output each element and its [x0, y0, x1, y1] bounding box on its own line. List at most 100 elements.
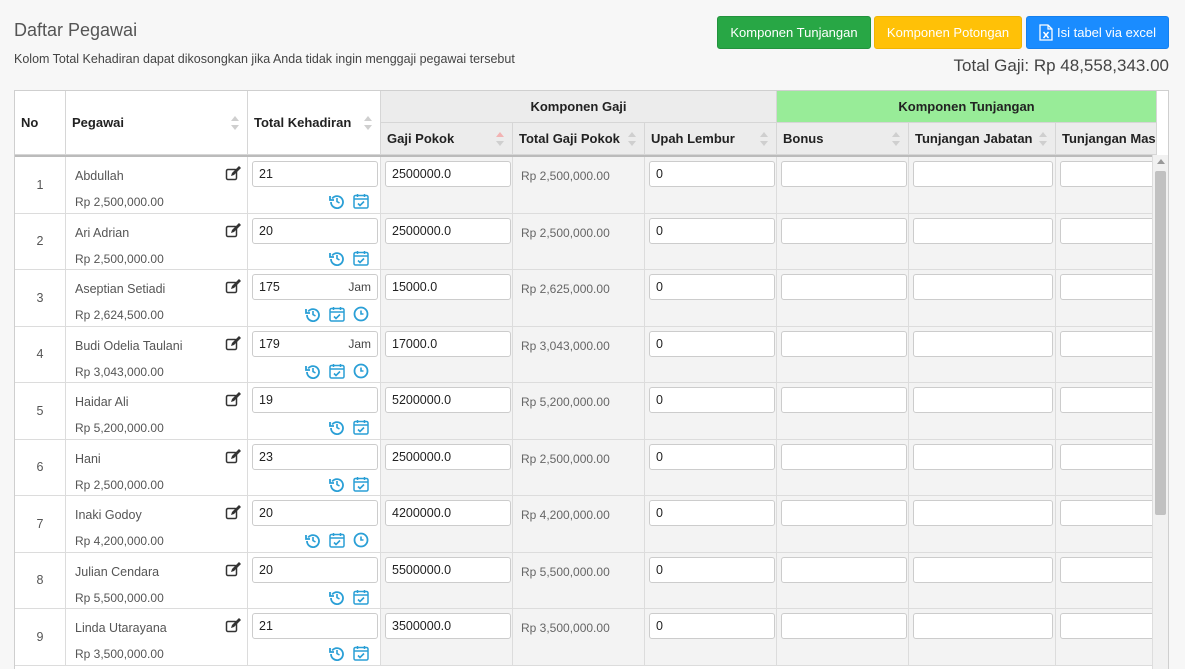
tunjangan-masa-input[interactable]	[1060, 387, 1153, 413]
isi-tabel-excel-button[interactable]: Isi tabel via excel	[1026, 16, 1169, 49]
history-icon[interactable]	[329, 476, 345, 492]
tunjangan-jabatan-input[interactable]	[913, 500, 1053, 526]
tunjangan-masa-input[interactable]	[1060, 161, 1153, 187]
bonus-input[interactable]	[781, 274, 907, 300]
bonus-input[interactable]	[781, 330, 907, 357]
clock-icon[interactable]	[353, 363, 369, 379]
history-icon[interactable]	[305, 532, 321, 548]
gaji-pokok-input[interactable]: 2500000.0	[385, 161, 511, 187]
gaji-pokok-value: 2500000.0	[392, 449, 452, 464]
col-header-total-kehadiran[interactable]: Total Kehadiran	[248, 91, 381, 155]
komponen-potongan-button[interactable]: Komponen Potongan	[874, 16, 1022, 49]
kehadiran-input[interactable]: 175 Jam	[252, 274, 378, 300]
kehadiran-input[interactable]: 21	[252, 613, 378, 639]
gaji-pokok-input[interactable]: 17000.0	[385, 330, 511, 357]
gaji-pokok-input[interactable]: 5200000.0	[385, 387, 511, 413]
tunjangan-jabatan-input[interactable]	[913, 217, 1053, 244]
upah-lembur-input[interactable]: 0	[649, 613, 775, 639]
history-icon[interactable]	[329, 645, 345, 661]
edit-icon[interactable]	[225, 561, 241, 578]
upah-lembur-input[interactable]: 0	[649, 556, 775, 583]
col-header-tunjangan-jabatan[interactable]: Tunjangan Jabatan	[909, 123, 1056, 155]
calendar-check-icon[interactable]	[329, 363, 345, 379]
upah-lembur-input[interactable]: 0	[649, 500, 775, 526]
tunjangan-jabatan-input[interactable]	[913, 443, 1053, 470]
vertical-scrollbar[interactable]	[1152, 155, 1168, 669]
gaji-pokok-input[interactable]: 3500000.0	[385, 613, 511, 639]
col-header-pegawai[interactable]: Pegawai	[66, 91, 248, 155]
komponen-tunjangan-button[interactable]: Komponen Tunjangan	[717, 16, 871, 49]
calendar-check-icon[interactable]	[353, 589, 369, 605]
bonus-input[interactable]	[781, 613, 907, 639]
bonus-input[interactable]	[781, 217, 907, 244]
gaji-pokok-input[interactable]: 4200000.0	[385, 500, 511, 526]
clock-icon[interactable]	[353, 532, 369, 548]
tunjangan-jabatan-input[interactable]	[913, 556, 1053, 583]
history-icon[interactable]	[329, 419, 345, 435]
gaji-pokok-input[interactable]: 15000.0	[385, 274, 511, 300]
kehadiran-input[interactable]: 179 Jam	[252, 330, 378, 357]
upah-lembur-input[interactable]: 0	[649, 217, 775, 244]
bonus-input[interactable]	[781, 556, 907, 583]
calendar-check-icon[interactable]	[329, 306, 345, 322]
col-header-gaji-pokok[interactable]: Gaji Pokok	[381, 123, 513, 155]
bonus-input[interactable]	[781, 443, 907, 470]
calendar-check-icon[interactable]	[329, 532, 345, 548]
edit-icon[interactable]	[225, 505, 241, 521]
clock-icon[interactable]	[353, 306, 369, 322]
col-header-total-gaji-pokok[interactable]: Total Gaji Pokok	[513, 123, 645, 155]
tunjangan-jabatan-input[interactable]	[913, 274, 1053, 300]
history-icon[interactable]	[305, 363, 321, 379]
gaji-pokok-input[interactable]: 2500000.0	[385, 443, 511, 470]
upah-lembur-input[interactable]: 0	[649, 387, 775, 413]
edit-icon[interactable]	[225, 166, 241, 182]
edit-icon[interactable]	[225, 222, 241, 239]
tunjangan-jabatan-input[interactable]	[913, 613, 1053, 639]
upah-lembur-input[interactable]: 0	[649, 161, 775, 187]
scroll-thumb[interactable]	[1155, 171, 1166, 515]
bonus-input[interactable]	[781, 161, 907, 187]
calendar-check-icon[interactable]	[353, 645, 369, 661]
gaji-pokok-input[interactable]: 2500000.0	[385, 217, 511, 244]
edit-icon[interactable]	[225, 448, 241, 465]
tunjangan-jabatan-input[interactable]	[913, 387, 1053, 413]
kehadiran-input[interactable]: 20	[252, 217, 378, 244]
tunjangan-masa-input[interactable]	[1060, 330, 1153, 357]
kehadiran-input[interactable]: 21	[252, 161, 378, 187]
col-header-tunjangan-masa[interactable]: Tunjangan Mas	[1056, 123, 1157, 155]
edit-icon[interactable]	[225, 392, 241, 408]
kehadiran-input[interactable]: 20	[252, 556, 378, 583]
kehadiran-input[interactable]: 23	[252, 443, 378, 470]
col-header-upah-lembur[interactable]: Upah Lembur	[645, 123, 777, 155]
col-header-no[interactable]: No	[15, 91, 66, 155]
col-header-bonus[interactable]: Bonus	[777, 123, 909, 155]
calendar-check-icon[interactable]	[353, 193, 369, 209]
history-icon[interactable]	[305, 306, 321, 322]
bonus-input[interactable]	[781, 387, 907, 413]
bonus-input[interactable]	[781, 500, 907, 526]
upah-lembur-input[interactable]: 0	[649, 330, 775, 357]
tunjangan-masa-input[interactable]	[1060, 274, 1153, 300]
scroll-up-arrow-icon[interactable]	[1157, 159, 1165, 164]
upah-lembur-input[interactable]: 0	[649, 443, 775, 470]
calendar-check-icon[interactable]	[353, 250, 369, 266]
tunjangan-masa-input[interactable]	[1060, 500, 1153, 526]
edit-icon[interactable]	[225, 618, 241, 634]
history-icon[interactable]	[329, 589, 345, 605]
edit-icon[interactable]	[225, 279, 241, 295]
tunjangan-jabatan-input[interactable]	[913, 330, 1053, 357]
upah-lembur-input[interactable]: 0	[649, 274, 775, 300]
calendar-check-icon[interactable]	[353, 419, 369, 435]
history-icon[interactable]	[329, 250, 345, 266]
gaji-pokok-input[interactable]: 5500000.0	[385, 556, 511, 583]
calendar-check-icon[interactable]	[353, 476, 369, 492]
kehadiran-input[interactable]: 20	[252, 500, 378, 526]
tunjangan-masa-input[interactable]	[1060, 613, 1153, 639]
tunjangan-masa-input[interactable]	[1060, 443, 1153, 470]
edit-icon[interactable]	[225, 335, 241, 352]
kehadiran-input[interactable]: 19	[252, 387, 378, 413]
tunjangan-masa-input[interactable]	[1060, 556, 1153, 583]
history-icon[interactable]	[329, 193, 345, 209]
tunjangan-jabatan-input[interactable]	[913, 161, 1053, 187]
tunjangan-masa-input[interactable]	[1060, 217, 1153, 244]
